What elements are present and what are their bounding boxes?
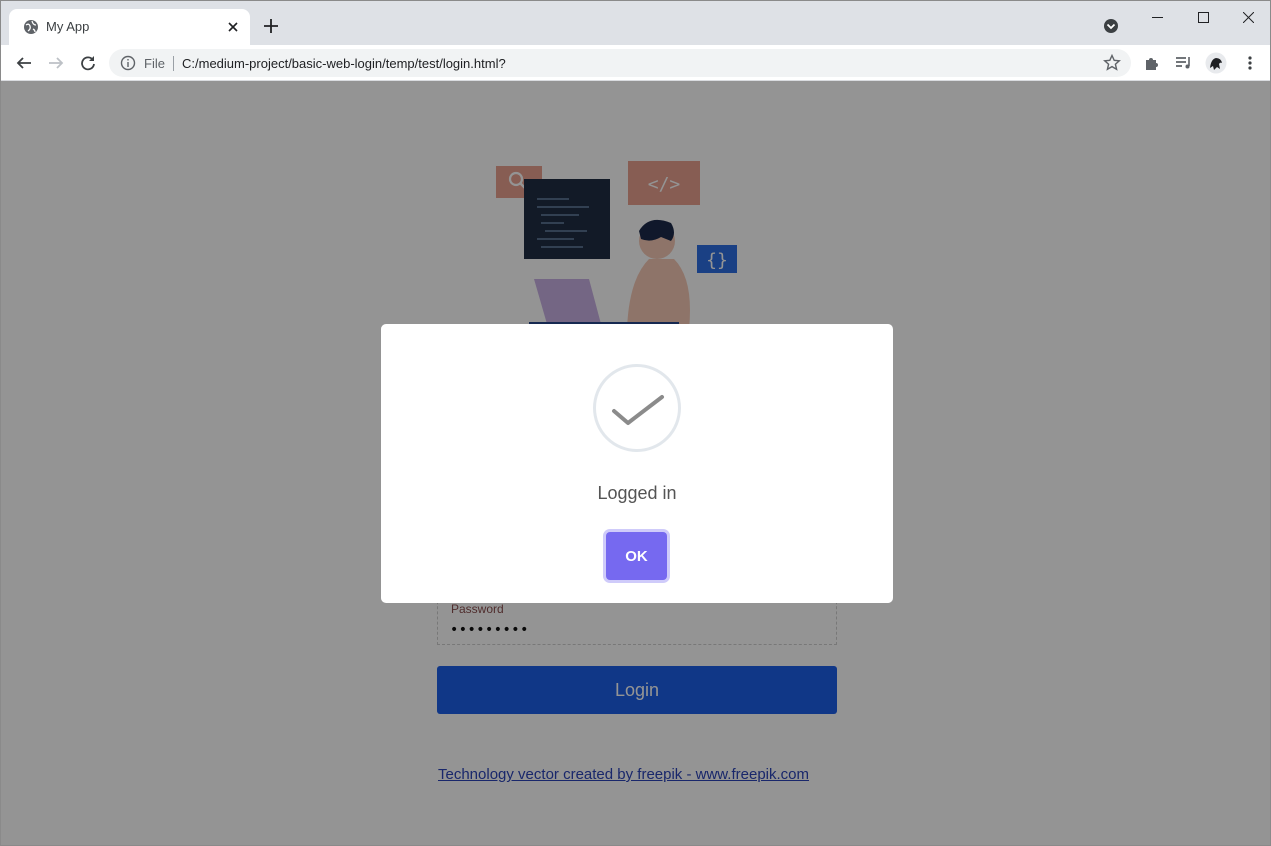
- forward-button[interactable]: [43, 50, 69, 76]
- scheme-label: File: [144, 56, 165, 71]
- reload-button[interactable]: [75, 50, 101, 76]
- success-dialog: Logged in OK: [381, 324, 893, 603]
- arrow-right-icon: [49, 57, 64, 69]
- reload-icon: [81, 56, 95, 71]
- success-check-icon: [593, 364, 681, 452]
- title-bar: My App: [1, 1, 1270, 45]
- puzzle-icon: [1146, 58, 1158, 70]
- browser-toolbar: File C:/medium-project/basic-web-login/t…: [1, 45, 1270, 81]
- media-queue-icon: [1176, 57, 1190, 69]
- minimize-button[interactable]: [1134, 1, 1180, 33]
- back-button[interactable]: [11, 50, 37, 76]
- url-text[interactable]: C:/medium-project/basic-web-login/temp/t…: [182, 56, 506, 71]
- tab-title: My App: [46, 19, 90, 34]
- kebab-menu-icon: [1248, 56, 1252, 70]
- maximize-button[interactable]: [1180, 1, 1226, 33]
- plus-icon[interactable]: [260, 15, 282, 37]
- dialog-message: Logged in: [597, 483, 677, 503]
- tab-search-icon[interactable]: [1102, 17, 1120, 35]
- star-icon[interactable]: [1103, 54, 1121, 72]
- info-icon[interactable]: [120, 55, 136, 71]
- extensions-button[interactable]: [1139, 50, 1165, 76]
- avatar[interactable]: [1203, 50, 1229, 76]
- close-window-button[interactable]: [1225, 1, 1270, 33]
- browser-menu-button[interactable]: [1237, 50, 1263, 76]
- browser-window: My App File C:/medium-project/basic-web-…: [0, 0, 1271, 846]
- close-icon[interactable]: [224, 18, 242, 36]
- tab-my-app[interactable]: My App: [9, 9, 250, 45]
- address-bar[interactable]: File C:/medium-project/basic-web-login/t…: [109, 49, 1131, 77]
- omnibox-divider: [173, 56, 174, 71]
- ok-button[interactable]: OK: [606, 532, 667, 580]
- media-queue-button[interactable]: [1171, 50, 1197, 76]
- arrow-left-icon: [16, 57, 31, 69]
- page-viewport: </> {} Password ••••••••• Login Technolo…: [1, 81, 1270, 845]
- globe-icon: [24, 20, 38, 34]
